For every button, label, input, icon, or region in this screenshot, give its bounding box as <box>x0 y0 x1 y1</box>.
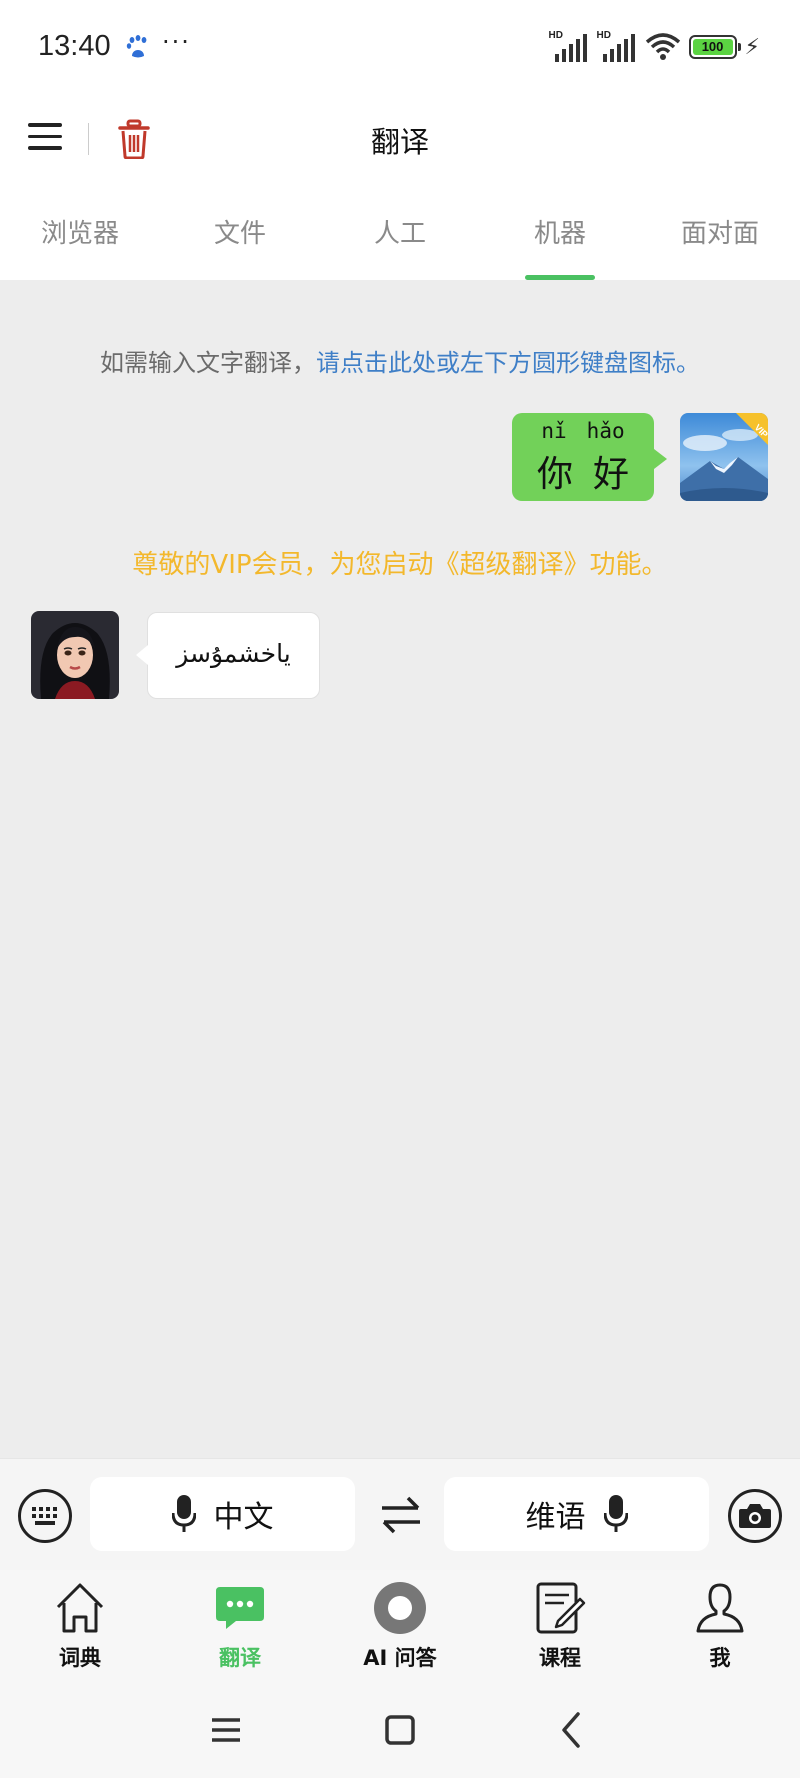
source-language-button[interactable]: 中文 <box>90 1477 355 1551</box>
nav-me[interactable]: 我 <box>640 1570 800 1680</box>
baidu-paw-icon <box>126 35 147 58</box>
edit-icon <box>536 1582 586 1634</box>
user-avatar[interactable]: VIP <box>680 413 768 501</box>
target-language-label: 维语 <box>525 1500 586 1535</box>
trash-icon[interactable] <box>118 119 150 159</box>
tab-machine[interactable]: 机器 <box>480 185 640 280</box>
home-square-icon[interactable] <box>380 1710 420 1750</box>
tab-face-to-face[interactable]: 面对面 <box>640 185 800 280</box>
more-notifications-icon: ··· <box>162 28 191 56</box>
menu-icon[interactable] <box>28 123 62 153</box>
ai-circle-icon <box>374 1582 426 1634</box>
pinyin-row: nǐ hǎo <box>512 419 654 443</box>
nav-ai-qa[interactable]: AI 问答 <box>320 1570 480 1680</box>
hanzi-char: 你 <box>536 454 573 495</box>
nav-label: 我 <box>709 1646 731 1670</box>
tab-browser[interactable]: 浏览器 <box>0 185 160 280</box>
swap-language-icon[interactable] <box>380 1495 422 1535</box>
target-language-button[interactable]: 维语 <box>444 1477 709 1551</box>
signal-icon: HD <box>549 30 589 62</box>
status-indicators: HD HD 100 ⚡︎ <box>549 30 760 64</box>
nav-label: AI 问答 <box>363 1646 437 1670</box>
camera-icon <box>739 1504 771 1528</box>
input-bar: 中文 维语 <box>0 1458 800 1570</box>
bot-message-bubble[interactable]: ياخشمۇسز <box>136 612 320 699</box>
hanzi-row: 你 好 <box>512 445 654 497</box>
keyboard-icon <box>32 1507 57 1525</box>
back-icon[interactable] <box>552 1710 592 1750</box>
hanzi-char: 好 <box>593 454 630 495</box>
tab-bar: 浏览器 文件 人工 机器 面对面 <box>0 185 800 280</box>
tab-human[interactable]: 人工 <box>320 185 480 280</box>
wifi-icon <box>645 33 680 60</box>
bottom-nav: 词典 翻译 AI 问答 课程 我 <box>0 1570 800 1680</box>
bot-message-text: ياخشمۇسز <box>176 639 291 668</box>
chat-icon <box>216 1587 264 1629</box>
battery-icon: 100 <box>688 35 741 59</box>
nav-label: 词典 <box>59 1646 101 1670</box>
header-divider <box>88 123 89 155</box>
status-bar: 13:40 ··· HD HD 100 ⚡︎ <box>0 0 800 95</box>
hint-link[interactable]: 请点击此处或左下方圆形键盘图标。 <box>316 349 700 377</box>
user-message-bubble[interactable]: nǐ hǎo 你 好 <box>512 413 667 501</box>
pinyin-syllable: hǎo <box>586 419 625 443</box>
nav-dictionary[interactable]: 词典 <box>0 1570 160 1680</box>
menu-icon[interactable] <box>206 1710 246 1750</box>
battery-level: 100 <box>692 39 733 55</box>
mic-icon <box>603 1495 628 1532</box>
status-time: 13:40 <box>38 30 111 62</box>
mic-icon <box>171 1495 196 1532</box>
nav-translate[interactable]: 翻译 <box>160 1570 320 1680</box>
source-language-label: 中文 <box>213 1500 274 1535</box>
signal-icon: HD <box>597 30 637 62</box>
camera-button[interactable] <box>728 1489 782 1543</box>
hint-text: 如需输入文字翻译， <box>100 349 316 377</box>
charging-icon: ⚡︎ <box>744 34 760 60</box>
bot-avatar[interactable] <box>31 611 119 699</box>
tab-file[interactable]: 文件 <box>160 185 320 280</box>
app-header: 翻译 <box>0 95 800 185</box>
page-title: 翻译 <box>370 125 429 159</box>
home-icon <box>56 1583 104 1633</box>
chat-area: 如需输入文字翻译，请点击此处或左下方圆形键盘图标。 nǐ hǎo 你 好 VIP… <box>0 280 800 1458</box>
person-icon <box>696 1583 744 1633</box>
vip-notice: 尊敬的VIP会员，为您启动《超级翻译》功能。 <box>132 550 668 580</box>
woman-avatar-image <box>31 611 119 699</box>
nav-courses[interactable]: 课程 <box>480 1570 640 1680</box>
nav-label: 翻译 <box>219 1646 261 1670</box>
keyboard-button[interactable] <box>18 1489 72 1543</box>
mountain-avatar-image: VIP <box>680 413 768 501</box>
system-nav-bar <box>0 1680 800 1778</box>
pinyin-syllable: nǐ <box>541 419 567 443</box>
input-hint: 如需输入文字翻译，请点击此处或左下方圆形键盘图标。 <box>0 343 800 378</box>
nav-label: 课程 <box>539 1646 581 1670</box>
